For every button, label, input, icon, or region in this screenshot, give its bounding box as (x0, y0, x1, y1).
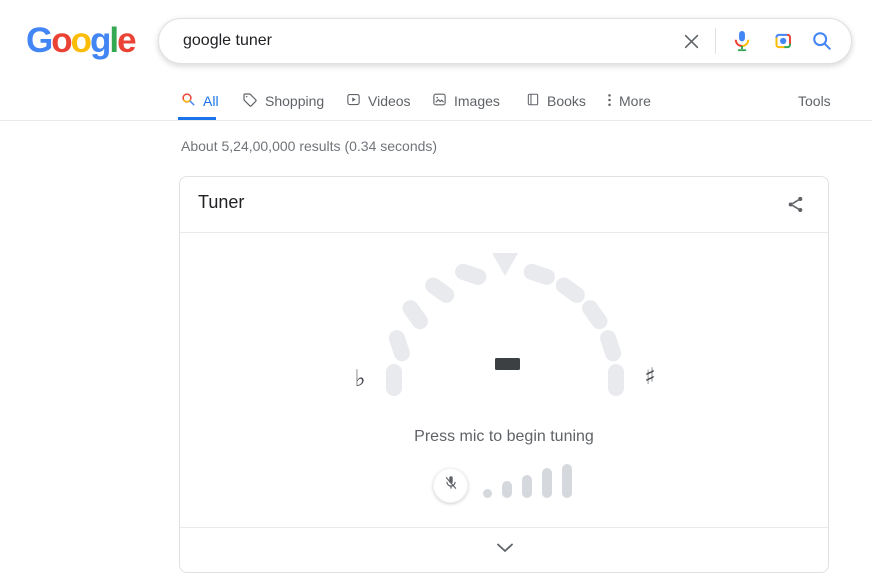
logo-letter: o (51, 21, 70, 60)
tab-label: All (203, 93, 219, 109)
lens-camera-icon[interactable] (772, 31, 794, 51)
logo-letter: o (71, 21, 90, 60)
logo-letter: e (117, 21, 134, 60)
tag-icon (242, 92, 258, 111)
gauge-top-triangle-icon (492, 253, 518, 276)
result-stats: About 5,24,00,000 results (0.34 seconds) (181, 138, 437, 154)
tuner-gauge (180, 232, 828, 522)
tab-label: Images (454, 93, 500, 109)
logo-letter: l (109, 21, 117, 60)
tab-books[interactable]: Books (526, 92, 586, 110)
card-title: Tuner (198, 192, 244, 213)
tab-more[interactable]: More (607, 92, 651, 110)
google-logo[interactable]: Google (26, 22, 135, 60)
gauge-dashes (394, 272, 616, 388)
tuner-card: Tuner (179, 176, 829, 573)
tab-label: Videos (368, 93, 411, 109)
tab-shopping[interactable]: Shopping (242, 92, 324, 110)
card-footer-divider (180, 527, 828, 528)
tuning-instruction-text: Press mic to begin tuning (180, 428, 828, 446)
volume-bar (483, 489, 492, 498)
volume-bar (502, 481, 512, 498)
google-search-results-page: Google (0, 0, 872, 582)
sharp-symbol: ♯ (638, 365, 662, 389)
search-bar[interactable] (158, 18, 852, 64)
volume-bar (542, 468, 552, 498)
tab-label: Shopping (265, 93, 324, 109)
gauge-needle-indicator (495, 358, 520, 370)
tabs-bottom-border (0, 120, 872, 121)
search-input[interactable] (183, 32, 683, 50)
share-icon[interactable] (784, 193, 806, 215)
flat-symbol: ♭ (348, 367, 372, 391)
mic-off-icon (442, 474, 460, 497)
tab-all[interactable]: All (181, 92, 219, 110)
book-icon (526, 92, 540, 110)
tools-button[interactable]: Tools (798, 93, 831, 109)
image-icon (432, 92, 447, 110)
logo-letter: g (90, 21, 109, 60)
volume-bar (562, 464, 572, 498)
colored-search-icon (181, 92, 196, 110)
mic-toggle-button[interactable] (433, 468, 468, 503)
search-bar-divider (715, 28, 716, 54)
tab-videos[interactable]: Videos (346, 92, 411, 110)
logo-letter: G (26, 21, 51, 60)
search-submit-icon[interactable] (811, 30, 833, 52)
video-play-icon (346, 92, 361, 110)
voice-search-mic-icon[interactable] (732, 30, 752, 52)
tab-label: Books (547, 93, 586, 109)
chevron-down-icon[interactable] (489, 535, 521, 561)
vertical-dots-icon (607, 92, 612, 111)
clear-icon[interactable] (683, 33, 700, 50)
volume-bar (522, 475, 532, 498)
tab-label: More (619, 93, 651, 109)
tab-images[interactable]: Images (432, 92, 500, 110)
